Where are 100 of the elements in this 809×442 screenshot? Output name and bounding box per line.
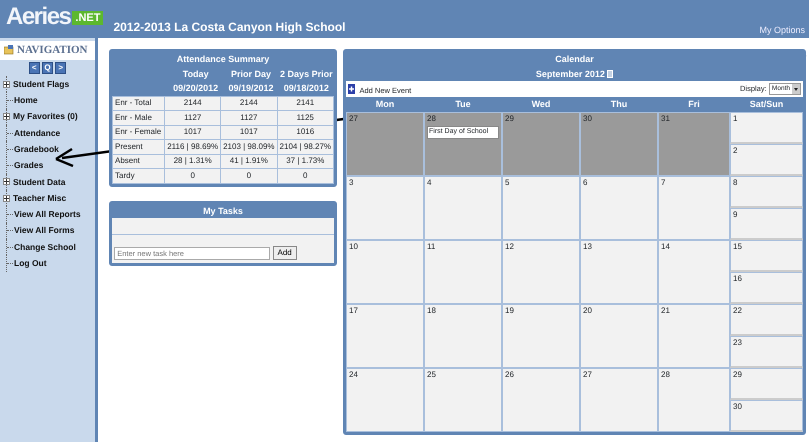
day-number: 3 — [349, 177, 354, 189]
table-cell: 2104 | 98.27% — [277, 140, 334, 154]
day-cell[interactable]: 27 — [580, 368, 658, 432]
column-header: Today — [182, 68, 210, 81]
nav-button[interactable]: Q — [42, 62, 53, 74]
navigation-title: NAVIGATION — [17, 43, 88, 58]
day-number: 24 — [349, 369, 359, 381]
day-cell[interactable]: 19 — [502, 304, 580, 368]
table-cell: 1017 — [220, 125, 278, 140]
day-cell[interactable]: 10 — [346, 240, 424, 304]
day-number: 11 — [427, 241, 436, 253]
day-cell[interactable]: 30 — [580, 112, 658, 176]
day-cell[interactable]: 13 — [580, 240, 658, 304]
table-cell: 2103 | 98.09% — [220, 140, 278, 154]
table-cell: 37 | 1.73% — [277, 154, 334, 168]
day-cell[interactable]: 7 — [658, 176, 730, 240]
nav-item[interactable]: View All Forms — [6, 222, 95, 239]
day-cell[interactable]: 11 — [424, 240, 502, 304]
day-cell[interactable]: 8 — [730, 176, 803, 208]
day-cell[interactable]: 12 — [502, 240, 580, 304]
day-number: 23 — [733, 337, 743, 349]
day-number: 14 — [661, 241, 671, 253]
nav-item[interactable]: My Favorites (0) — [6, 108, 95, 125]
day-cell[interactable]: 6 — [580, 176, 658, 240]
panel-title: My Tasks — [112, 204, 334, 218]
day-cell[interactable]: 29 — [502, 112, 580, 176]
expand-icon[interactable] — [3, 178, 10, 186]
table-cell: 2116 | 98.69% — [164, 140, 221, 154]
day-cell[interactable]: 18 — [424, 304, 502, 368]
day-cell[interactable]: 17 — [346, 304, 424, 368]
day-cell[interactable]: 16 — [730, 272, 803, 304]
add-button[interactable]: Add — [272, 246, 297, 260]
day-cell[interactable]: 2 — [730, 144, 803, 176]
day-cell[interactable]: 21 — [658, 304, 730, 368]
column-header: 2 Days Prior — [279, 68, 334, 81]
day-number: 28 — [661, 369, 671, 381]
calendar-title: Calendar — [554, 53, 595, 66]
row-label: Absent — [112, 154, 165, 168]
day-number: 22 — [733, 305, 743, 317]
day-cell[interactable]: 22 — [730, 304, 803, 336]
day-number: 26 — [505, 369, 515, 381]
day-cell[interactable]: 1 — [730, 112, 803, 144]
day-cell[interactable]: 25 — [424, 368, 502, 432]
weekday-header: Mon — [346, 97, 424, 112]
day-cell[interactable]: 24 — [346, 368, 424, 432]
day-number: 10 — [349, 241, 359, 253]
row-label: Present — [112, 140, 165, 154]
day-number: 30 — [733, 401, 743, 413]
nav-item[interactable]: Teacher Misc — [6, 190, 95, 206]
table-cell: 0 — [277, 168, 334, 183]
row-label: Enr - Total — [112, 96, 165, 110]
day-cell[interactable]: 31 — [658, 112, 730, 176]
day-number: 8 — [733, 177, 738, 189]
nav-button[interactable]: > — [55, 62, 66, 74]
day-cell[interactable]: 9 — [730, 208, 803, 240]
row-label: Enr - Female — [112, 125, 165, 140]
calendar-icon[interactable] — [607, 70, 614, 78]
expand-icon[interactable] — [3, 113, 10, 120]
day-cell[interactable]: 3 — [346, 176, 424, 240]
table-cell: 0 — [220, 168, 278, 183]
column-date: 09/18/2012 — [282, 82, 330, 95]
nav-item[interactable]: Change School — [6, 238, 95, 256]
expand-icon[interactable] — [3, 80, 10, 88]
day-cell[interactable]: 20 — [580, 304, 658, 368]
nav-item[interactable]: Student Data — [6, 174, 95, 190]
nav-item[interactable]: Home — [6, 92, 95, 109]
day-number: 1 — [733, 113, 738, 125]
nav-item[interactable]: Attendance — [6, 124, 95, 142]
row-label: Enr - Male — [112, 110, 165, 125]
day-number: 4 — [427, 177, 432, 189]
day-cell[interactable]: 14 — [658, 240, 730, 304]
table-cell: 1125 — [277, 110, 334, 125]
nav-item[interactable]: Student Flags — [6, 76, 95, 92]
weekday-header: Sat/Sun — [730, 97, 803, 112]
nav-button[interactable]: < — [28, 62, 40, 74]
day-cell[interactable]: 15 — [730, 240, 803, 272]
day-cell[interactable]: 4 — [424, 176, 502, 240]
day-number: 12 — [505, 241, 515, 253]
day-cell[interactable]: 30 — [730, 400, 803, 432]
weekday-header: Tue — [424, 97, 502, 112]
expand-icon[interactable] — [3, 194, 10, 202]
column-date: 09/19/2012 — [227, 82, 275, 95]
day-cell[interactable]: 23 — [730, 336, 803, 368]
day-cell[interactable]: 5 — [502, 176, 580, 240]
weekday-header: Fri — [658, 97, 730, 112]
day-cell[interactable]: 26 — [502, 368, 580, 432]
day-number: 29 — [733, 369, 743, 381]
table-cell: 2141 — [277, 96, 334, 110]
nav-item[interactable]: Grades — [6, 157, 95, 174]
day-cell[interactable]: 27 — [346, 112, 424, 176]
day-cell[interactable]: 29 — [730, 368, 803, 400]
day-cell[interactable]: 28 — [658, 368, 730, 432]
day-number: 15 — [733, 241, 743, 253]
column-header: Prior Day — [230, 68, 272, 81]
caret-icon — [792, 84, 800, 94]
nav-item[interactable]: Gradebook — [6, 141, 95, 158]
column-date: 09/20/2012 — [172, 82, 220, 95]
nav-item[interactable]: View All Reports — [6, 206, 95, 223]
day-number: 5 — [505, 177, 510, 189]
nav-item[interactable]: Log Out — [6, 255, 95, 272]
